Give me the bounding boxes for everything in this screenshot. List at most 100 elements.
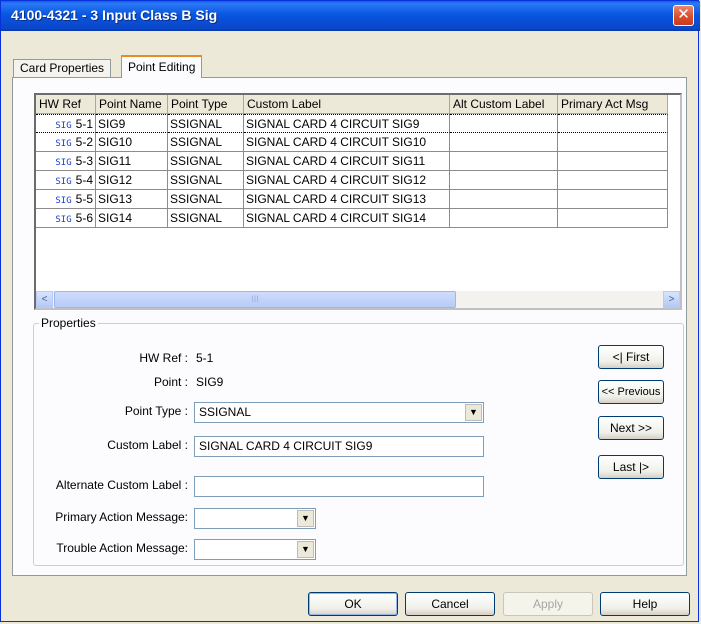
primary-act-msg-cell (558, 133, 668, 152)
point-name-cell: SIG10 (96, 133, 168, 152)
apply-button[interactable]: Apply (503, 592, 593, 616)
next-button[interactable]: Next >> (598, 416, 664, 440)
cancel-button[interactable]: Cancel (405, 592, 495, 616)
primary-act-msg-cell (558, 209, 668, 228)
tab-card-properties[interactable]: Card Properties (13, 59, 112, 77)
point-type-cell: SSIGNAL (168, 152, 244, 171)
point-label: Point : (153, 375, 188, 389)
point-type-cell: SSIGNAL (168, 133, 244, 152)
chevron-down-icon[interactable]: ▼ (297, 541, 314, 558)
point-name-cell: SIG13 (96, 190, 168, 209)
chevron-down-icon[interactable]: ▼ (297, 510, 314, 527)
scrollbar-thumb[interactable]: III (54, 291, 456, 308)
point-type-cell: SSIGNAL (168, 171, 244, 190)
alt-custom-label-cell (450, 114, 558, 133)
primary-action-message-select[interactable]: ▼ (194, 508, 316, 529)
custom-label-cell: SIGNAL CARD 4 CIRCUIT SIG11 (244, 152, 450, 171)
trouble-action-message-label: Trouble Action Message: (56, 541, 188, 555)
point-type-cell: SSIGNAL (168, 114, 244, 133)
scroll-right-button[interactable]: > (663, 291, 680, 308)
primary-act-msg-cell (558, 190, 668, 209)
point-type-label: Point Type : (124, 404, 188, 418)
column-header-primary-act-msg[interactable]: Primary Act Msg (558, 95, 668, 114)
signal-icon: SIG (55, 139, 72, 149)
horizontal-scrollbar[interactable]: < III > (36, 291, 680, 308)
window-title: 4100-4321 - 3 Input Class B Sig (11, 7, 218, 23)
primary-act-msg-cell (558, 171, 668, 190)
close-icon: ✕ (677, 6, 690, 23)
chevron-right-icon: > (668, 294, 675, 305)
properties-legend: Properties (39, 316, 98, 330)
column-header-hw-ref[interactable]: HW Ref (36, 95, 96, 114)
signal-icon: SIG (55, 158, 72, 168)
alt-custom-label-cell (450, 171, 558, 190)
custom-label-label: Custom Label : (107, 438, 188, 452)
table-row[interactable]: SIG 5-1 SIG9 SSIGNAL SIGNAL CARD 4 CIRCUI… (36, 114, 680, 133)
primary-act-msg-cell (558, 152, 668, 171)
table-row[interactable]: SIG 5-4 SIG12 SSIGNAL SIGNAL CARD 4 CIRCU… (36, 171, 680, 190)
table-row[interactable]: SIG 5-5 SIG13 SSIGNAL SIGNAL CARD 4 CIRCU… (36, 190, 680, 209)
point-type-selected-value: SSIGNAL (199, 405, 252, 419)
custom-label-cell: SIGNAL CARD 4 CIRCUIT SIG13 (244, 190, 450, 209)
grid-header: HW Ref Point Name Point Type Custom Labe… (36, 95, 680, 114)
hw-ref-value: 5-6 (75, 211, 93, 225)
signal-icon: SIG (55, 121, 72, 131)
point-type-cell: SSIGNAL (168, 209, 244, 228)
table-row[interactable]: SIG 5-6 SIG14 SSIGNAL SIGNAL CARD 4 CIRCU… (36, 209, 680, 228)
table-row[interactable]: SIG 5-3 SIG11 SSIGNAL SIGNAL CARD 4 CIRCU… (36, 152, 680, 171)
point-name-cell: SIG12 (96, 171, 168, 190)
chevron-down-icon[interactable]: ▼ (465, 404, 482, 421)
help-button[interactable]: Help (600, 592, 690, 616)
trouble-action-message-select[interactable]: ▼ (194, 539, 316, 560)
chevron-left-icon: < (41, 294, 48, 305)
hw-ref-value: 5-1 (196, 351, 214, 365)
hw-ref-value: 5-4 (75, 173, 93, 187)
last-button[interactable]: Last |> (598, 455, 664, 479)
primary-act-msg-cell (558, 114, 668, 133)
close-button[interactable]: ✕ (673, 5, 694, 26)
alt-custom-label-cell (450, 209, 558, 228)
grip-icon: III (251, 294, 259, 304)
point-value: SIG9 (196, 375, 224, 389)
alt-custom-label-cell (450, 152, 558, 171)
custom-label-cell: SIGNAL CARD 4 CIRCUIT SIG14 (244, 209, 450, 228)
hw-ref-cell: SIG 5-5 (36, 190, 96, 209)
column-header-custom-label[interactable]: Custom Label (244, 95, 450, 114)
signal-icon: SIG (55, 177, 72, 187)
alternate-custom-label-label: Alternate Custom Label : (55, 478, 188, 492)
hw-ref-cell: SIG 5-2 (36, 133, 96, 152)
custom-label-cell: SIGNAL CARD 4 CIRCUIT SIG12 (244, 171, 450, 190)
tab-point-editing[interactable]: Point Editing (121, 55, 203, 78)
column-header-point-type[interactable]: Point Type (168, 95, 244, 114)
hw-ref-label: HW Ref : (139, 351, 188, 365)
column-header-point-name[interactable]: Point Name (96, 95, 168, 114)
point-type-cell: SSIGNAL (168, 190, 244, 209)
signal-icon: SIG (55, 215, 72, 225)
table-row[interactable]: SIG 5-2 SIG10 SSIGNAL SIGNAL CARD 4 CIRCU… (36, 133, 680, 152)
custom-label-input[interactable]: SIGNAL CARD 4 CIRCUIT SIG9 (194, 436, 484, 457)
hw-ref-cell: SIG 5-3 (36, 152, 96, 171)
custom-label-cell: SIGNAL CARD 4 CIRCUIT SIG9 (244, 114, 450, 133)
hw-ref-value: 5-2 (75, 135, 93, 149)
column-header-alt-custom-label[interactable]: Alt Custom Label (450, 95, 558, 114)
signal-icon: SIG (55, 196, 72, 206)
first-button[interactable]: <| First (598, 345, 664, 369)
scroll-left-button[interactable]: < (36, 291, 53, 308)
hw-ref-value: 5-1 (75, 117, 93, 131)
hw-ref-value: 5-3 (75, 154, 93, 168)
points-grid[interactable]: HW Ref Point Name Point Type Custom Labe… (34, 93, 682, 310)
hw-ref-cell: SIG 5-4 (36, 171, 96, 190)
point-name-cell: SIG14 (96, 209, 168, 228)
alternate-custom-label-input[interactable] (194, 476, 484, 497)
alt-custom-label-cell (450, 133, 558, 152)
ok-button[interactable]: OK (308, 592, 398, 616)
custom-label-cell: SIGNAL CARD 4 CIRCUIT SIG10 (244, 133, 450, 152)
point-name-cell: SIG9 (96, 114, 168, 133)
previous-button[interactable]: << Previous (598, 380, 664, 404)
primary-action-message-label: Primary Action Message: (55, 510, 188, 524)
point-name-cell: SIG11 (96, 152, 168, 171)
point-type-select[interactable]: SSIGNAL ▼ (194, 402, 484, 423)
hw-ref-cell: SIG 5-6 (36, 209, 96, 228)
title-bar[interactable]: 4100-4321 - 3 Input Class B Sig ✕ (1, 1, 700, 31)
alt-custom-label-cell (450, 190, 558, 209)
